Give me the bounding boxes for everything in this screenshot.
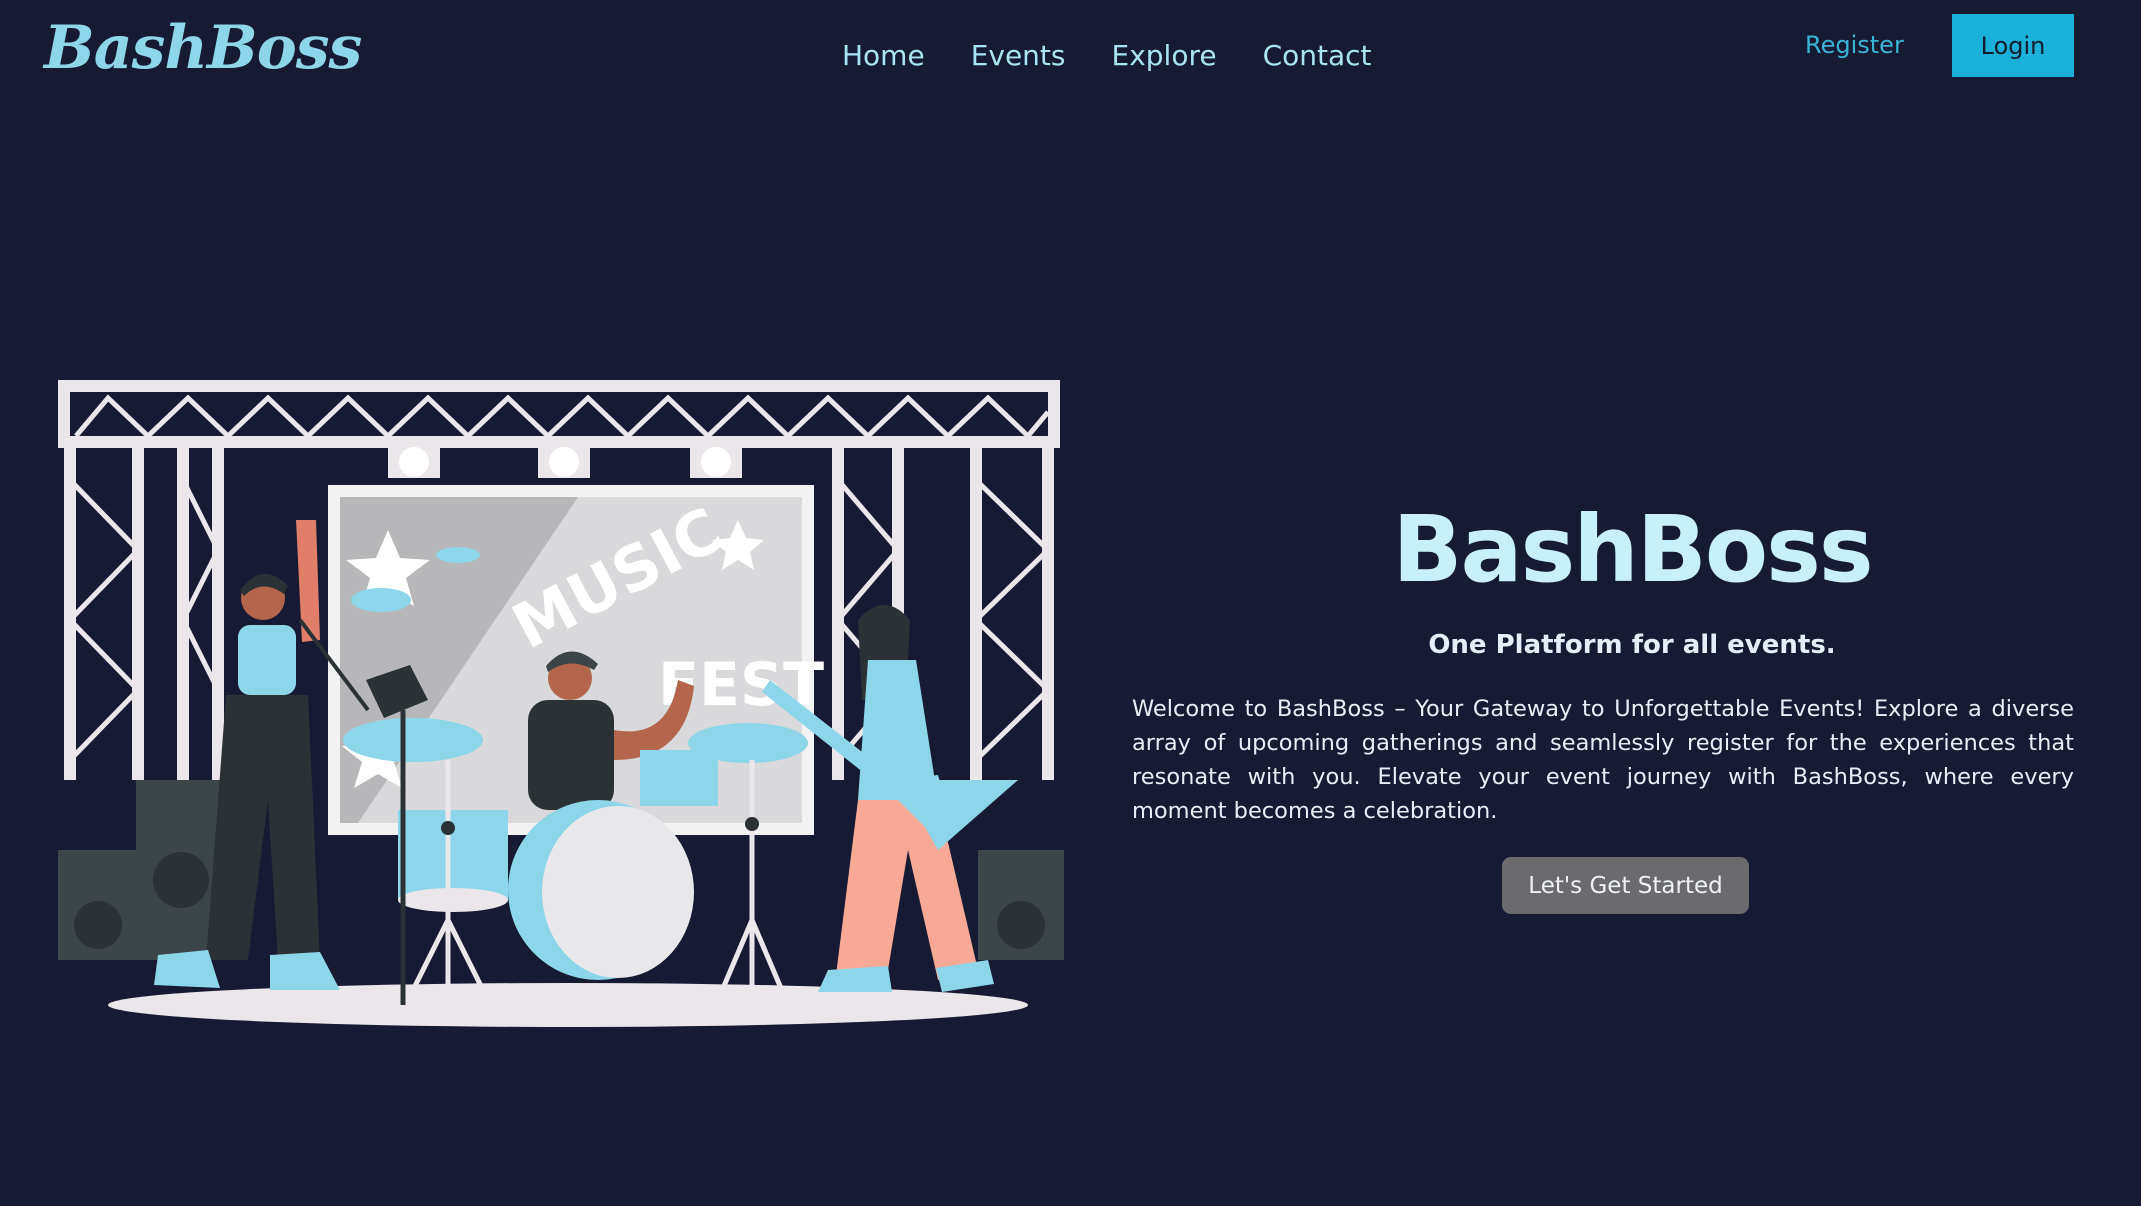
- nav-contact[interactable]: Contact: [1263, 36, 1372, 76]
- logo[interactable]: BashBoss: [44, 8, 362, 88]
- login-button[interactable]: Login: [1952, 14, 2074, 77]
- register-link[interactable]: Register: [1805, 28, 1904, 62]
- nav-explore[interactable]: Explore: [1112, 36, 1217, 76]
- nav-home[interactable]: Home: [842, 36, 925, 76]
- band-stage-illustration: MUSIC FEST: [58, 380, 1064, 1027]
- landing-page: BashBoss Home Events Explore Contact Reg…: [0, 0, 2141, 1206]
- hero-subtitle: One Platform for all events.: [1428, 630, 1836, 660]
- main-nav: Home Events Explore Contact: [842, 36, 1372, 76]
- get-started-button[interactable]: Let's Get Started: [1502, 857, 1749, 914]
- hero-description: Welcome to BashBoss – Your Gateway to Un…: [1132, 696, 2074, 824]
- hero-title: BashBoss: [1392, 496, 1873, 603]
- nav-events[interactable]: Events: [971, 36, 1066, 76]
